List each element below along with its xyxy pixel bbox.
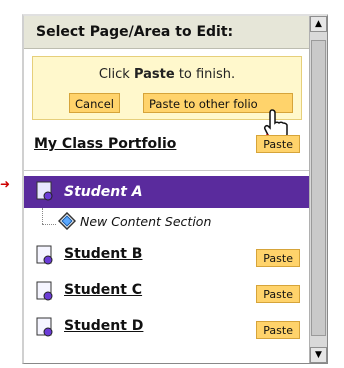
portfolio-row: My Class Portfolio Paste: [24, 126, 310, 160]
panel-header: Select Page/Area to Edit:: [24, 16, 310, 49]
scroll-down-icon[interactable]: ▼: [310, 347, 327, 363]
paste-button-student-c[interactable]: Paste: [256, 285, 300, 303]
select-page-panel: Select Page/Area to Edit: Click Paste to…: [22, 14, 328, 364]
right-arrow-icon: ➜: [0, 177, 11, 191]
tree-line: [42, 224, 56, 225]
page-icon: [36, 281, 53, 301]
instruction-prefix: Click: [98, 67, 130, 82]
student-row: Student C Paste: [24, 276, 310, 306]
student-link[interactable]: Student D: [64, 318, 143, 334]
selected-item-student-a[interactable]: Student A: [24, 176, 310, 208]
content-section-label: New Content Section: [80, 214, 212, 229]
student-row: Student B Paste: [24, 240, 310, 270]
cancel-button[interactable]: Cancel: [69, 93, 120, 113]
tree-line: [42, 208, 43, 224]
paste-button-portfolio[interactable]: Paste: [256, 135, 300, 153]
page-icon: [36, 245, 53, 265]
content-section-item[interactable]: New Content Section: [57, 211, 211, 232]
student-link[interactable]: Student C: [64, 282, 142, 298]
divider: [24, 170, 310, 171]
instruction-bold: Paste: [133, 67, 175, 82]
scroll-up-icon[interactable]: ▲: [310, 16, 327, 32]
scroll-thumb[interactable]: [311, 40, 326, 336]
student-link[interactable]: Student B: [64, 246, 142, 262]
page-icon: [36, 181, 53, 201]
paste-button-student-b[interactable]: Paste: [256, 249, 300, 267]
student-row: Student D Paste: [24, 312, 310, 342]
paste-button-student-d[interactable]: Paste: [256, 321, 300, 339]
vertical-scrollbar[interactable]: ▲ ▼: [309, 16, 327, 363]
diamond-content-icon: [57, 211, 77, 231]
selected-item-label: Student A: [64, 184, 143, 200]
page-icon: [36, 317, 53, 337]
portfolio-title-link[interactable]: My Class Portfolio: [34, 136, 176, 152]
page-title: Select Page/Area to Edit:: [36, 24, 234, 40]
instruction-text: Click Paste to finish.: [33, 67, 301, 82]
instruction-suffix: to finish.: [178, 67, 236, 82]
